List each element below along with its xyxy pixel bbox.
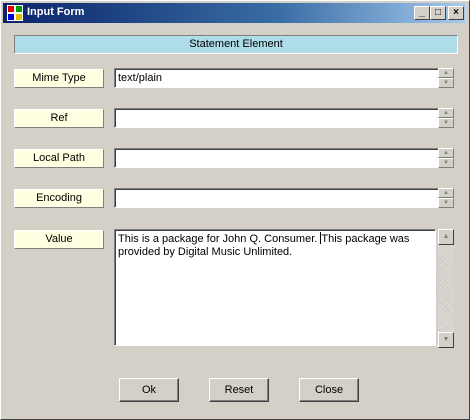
spin-up-arrow-icon[interactable]: ▲	[438, 148, 454, 158]
reset-button[interactable]: Reset	[209, 378, 269, 402]
value-scrollbar[interactable]: ▲ ▼	[438, 229, 454, 348]
spin-down-arrow-icon[interactable]: ▼	[438, 118, 454, 128]
ok-button[interactable]: Ok	[119, 378, 179, 402]
mime-type-field[interactable]: text/plain	[114, 68, 441, 88]
scroll-up-arrow-icon[interactable]: ▲	[438, 229, 454, 245]
ref-spinner: ▲ ▼	[438, 108, 454, 128]
window-title: Input Form	[27, 6, 85, 18]
maximize-button[interactable]: □	[430, 6, 446, 20]
value-label: Value	[14, 230, 104, 249]
local-path-spinner: ▲ ▼	[438, 148, 454, 168]
local-path-label: Local Path	[14, 149, 104, 168]
scroll-down-arrow-icon[interactable]: ▼	[438, 332, 454, 348]
close-button[interactable]: Close	[299, 378, 359, 402]
title-bar[interactable]: Input Form _ □ ×	[3, 3, 465, 23]
value-text-before-caret: This is a package for John Q. Consumer.	[118, 233, 321, 245]
encoding-spinner: ▲ ▼	[438, 188, 454, 208]
value-textarea[interactable]: This is a package for John Q. Consumer. …	[114, 229, 436, 346]
encoding-field[interactable]	[114, 188, 441, 208]
close-window-button[interactable]: ×	[448, 6, 464, 20]
form-window-icon	[7, 5, 23, 21]
input-form-window: Input Form _ □ × Statement Element Mime …	[0, 0, 470, 420]
spin-down-arrow-icon[interactable]: ▼	[438, 158, 454, 168]
minimize-button[interactable]: _	[414, 6, 430, 20]
encoding-label: Encoding	[14, 189, 104, 208]
local-path-field[interactable]	[114, 148, 441, 168]
spin-down-arrow-icon[interactable]: ▼	[438, 198, 454, 208]
ref-label: Ref	[14, 109, 104, 128]
spin-down-arrow-icon[interactable]: ▼	[438, 78, 454, 88]
mime-type-label: Mime Type	[14, 69, 104, 88]
ref-field[interactable]	[114, 108, 441, 128]
spin-up-arrow-icon[interactable]: ▲	[438, 68, 454, 78]
spin-up-arrow-icon[interactable]: ▲	[438, 188, 454, 198]
spin-up-arrow-icon[interactable]: ▲	[438, 108, 454, 118]
mime-type-spinner: ▲ ▼	[438, 68, 454, 88]
section-header: Statement Element	[14, 35, 458, 54]
